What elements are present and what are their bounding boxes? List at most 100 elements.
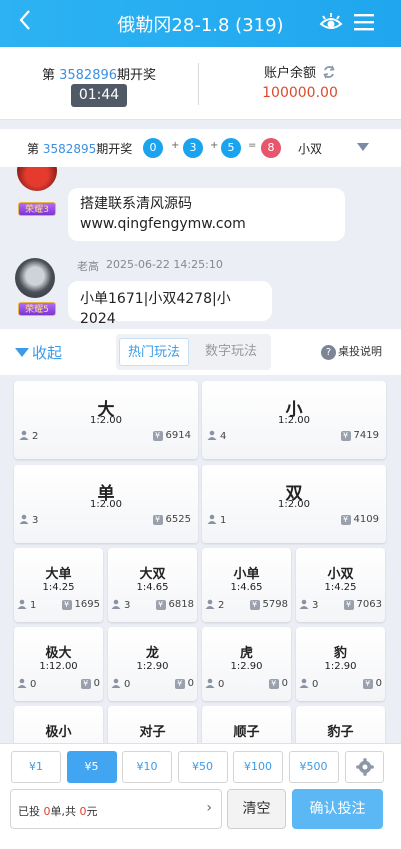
bet-amount: ¥1695 (61, 599, 100, 610)
triangle-down-icon (15, 348, 29, 357)
bet-players: 1 (17, 599, 36, 611)
person-icon (19, 514, 29, 524)
bet-odds: 1:2.00 (90, 499, 122, 510)
bet-players: 4 (207, 430, 226, 442)
result-ball: 5 (221, 138, 241, 158)
yen-icon: ¥ (152, 515, 163, 525)
person-icon (205, 678, 215, 688)
bet-players: 0 (299, 678, 318, 690)
bet-option[interactable]: 对子 (108, 706, 197, 743)
bet-option[interactable]: 小双 1:4.25 3 ¥7063 (296, 548, 385, 622)
help-link[interactable]: ? 桌投说明 (321, 343, 382, 360)
last-period-number: 3582895 (42, 142, 97, 156)
last-result-bar[interactable]: 第 3582895期开奖 0 + 3 + 5 = 8 小双 (0, 129, 401, 167)
yen-icon: ¥ (340, 515, 351, 525)
bet-players: 0 (205, 678, 224, 690)
last-period-label: 第 3582895期开奖 (27, 142, 133, 156)
person-icon (19, 430, 29, 440)
bet-amount: ¥4109 (340, 514, 379, 525)
chip-button[interactable]: ¥100 (233, 751, 283, 783)
bet-option[interactable]: 小 1:2.00 4 ¥7419 (202, 381, 386, 459)
person-icon (207, 514, 217, 524)
chip-button[interactable]: ¥5 (66, 751, 117, 783)
bet-option[interactable]: 极大 1:12.00 0 ¥0 (14, 627, 103, 701)
balance-value: 100000.00 (262, 85, 338, 101)
bet-count: 0 (43, 805, 51, 818)
bet-players: 3 (19, 514, 38, 526)
clear-button[interactable]: 清空 (227, 789, 286, 829)
bet-option[interactable]: 虎 1:2.90 0 ¥0 (202, 627, 291, 701)
bet-name: 小双 (327, 567, 354, 582)
plus-sign: + (210, 140, 219, 151)
refresh-icon[interactable] (322, 65, 336, 79)
question-icon: ? (321, 345, 336, 360)
result-ball: 3 (183, 138, 203, 158)
bet-option[interactable]: 极小 (14, 706, 103, 743)
chevron-right-icon: › (206, 800, 212, 816)
bet-option[interactable]: 双 1:2.00 1 ¥4109 (202, 465, 386, 543)
person-icon (17, 599, 27, 609)
chat-bubble: 搭建联系清风源码 www.qingfengymw.com (68, 188, 345, 241)
chip-button[interactable]: ¥500 (288, 751, 339, 783)
bet-players: 3 (111, 599, 130, 611)
equals-sign: = (248, 140, 257, 151)
bet-option[interactable]: 大 1:2.00 2 ¥6914 (14, 381, 198, 459)
bet-name: 大双 (139, 567, 166, 582)
person-icon (205, 599, 215, 609)
tab-number[interactable]: 数字玩法 (196, 338, 266, 366)
person-icon (299, 678, 309, 688)
person-icon (299, 599, 309, 609)
yen-icon: ¥ (80, 679, 91, 689)
bet-odds: 1:2.00 (278, 499, 310, 510)
bet-option[interactable]: 豹子 (296, 706, 385, 743)
bet-option[interactable]: 大双 1:4.65 3 ¥6818 (108, 548, 197, 622)
collapse-toggle[interactable]: 收起 (15, 342, 62, 363)
bet-footer: 已投 0单,共 0元 › 清空 确认投注 (0, 783, 401, 849)
settings-button[interactable] (345, 751, 384, 783)
plus-sign: + (171, 140, 180, 151)
bet-name: 虎 (239, 646, 253, 661)
bet-odds: 1:4.65 (136, 582, 169, 593)
top-bar: 俄勒冈28-1.8 (319) (0, 0, 401, 47)
bet-players: 2 (19, 430, 38, 442)
menu-icon[interactable] (353, 12, 375, 32)
bet-players: 2 (205, 599, 224, 611)
result-ball: 0 (143, 138, 163, 158)
bet-amount: ¥7063 (343, 599, 382, 610)
bet-name: 顺子 (233, 725, 260, 740)
confirm-bet-button[interactable]: 确认投注 (292, 789, 383, 829)
chat-feed[interactable]: 荣耀3 搭建联系清风源码 www.qingfengymw.com 荣耀5 老高 … (0, 167, 401, 329)
bet-name: 豹 (333, 646, 347, 661)
bet-option[interactable]: 小单 1:4.65 2 ¥5798 (202, 548, 291, 622)
tab-hot[interactable]: 热门玩法 (119, 338, 189, 366)
bet-amount: ¥0 (362, 678, 382, 689)
avatar[interactable] (15, 258, 55, 298)
bet-odds: 1:2.90 (136, 661, 169, 672)
bet-name: 极大 (45, 646, 72, 661)
bet-name: 豹子 (327, 725, 354, 740)
bet-amount: ¥0 (80, 678, 100, 689)
bet-amount: ¥6914 (152, 430, 191, 441)
bet-players: 0 (111, 678, 130, 690)
chip-button[interactable]: ¥50 (177, 751, 228, 783)
bet-summary[interactable]: 已投 0单,共 0元 › (10, 789, 222, 829)
eye-icon[interactable] (318, 11, 344, 33)
bet-option[interactable]: 大单 1:4.25 1 ¥1695 (14, 548, 103, 622)
gear-icon (356, 758, 374, 776)
bet-name: 极小 (45, 725, 72, 740)
bet-option[interactable]: 龙 1:2.90 0 ¥0 (108, 627, 197, 701)
yen-icon: ¥ (343, 600, 354, 610)
chip-button[interactable]: ¥10 (122, 751, 172, 783)
expand-history-icon[interactable] (357, 143, 369, 151)
bet-amount: ¥6525 (152, 514, 191, 525)
chat-user: 老高 (77, 260, 99, 273)
chip-button[interactable]: ¥1 (11, 751, 61, 783)
bet-option[interactable]: 豹 1:2.90 0 ¥0 (296, 627, 385, 701)
current-period-label: 第 3582896期开奖 (41, 68, 157, 83)
bet-option[interactable]: 顺子 (202, 706, 291, 743)
bet-option[interactable]: 单 1:2.00 3 ¥6525 (14, 465, 198, 543)
person-icon (207, 430, 217, 440)
result-kind: 小双 (298, 142, 323, 156)
bet-total: 0 (79, 805, 87, 818)
avatar[interactable] (17, 167, 57, 191)
